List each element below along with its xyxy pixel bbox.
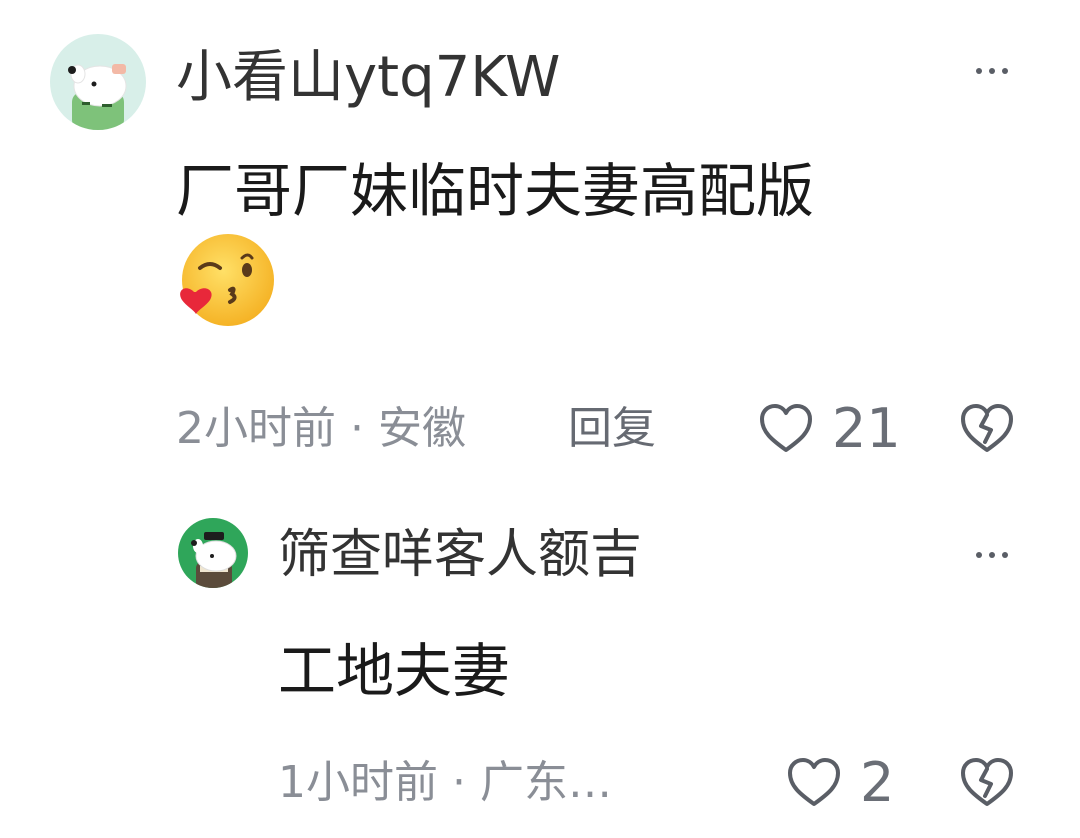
comment-time: 2小时前	[176, 403, 336, 454]
reply-time: 1小时前	[278, 757, 438, 808]
reply-button[interactable]: 回复	[568, 396, 656, 462]
comment-text: 厂哥厂妹临时夫妻高配版	[176, 157, 815, 225]
heart-outline-icon[interactable]	[758, 402, 814, 454]
avatar[interactable]	[50, 34, 146, 130]
meta-separator: ·	[452, 757, 466, 808]
like-count: 21	[832, 397, 901, 460]
reply-avatar[interactable]	[178, 518, 248, 588]
more-dots-icon[interactable]	[976, 552, 1008, 558]
reply-text: 工地夫妻	[278, 637, 511, 705]
heart-outline-icon[interactable]	[786, 756, 842, 808]
reply-meta: 1小时前 · 广东…	[278, 750, 612, 816]
broken-heart-icon[interactable]	[958, 402, 1016, 454]
comment-username[interactable]: 小看山ytq7KW	[176, 38, 560, 118]
more-dots-icon[interactable]	[976, 68, 1008, 74]
comment-meta: 2小时前 · 安徽	[176, 396, 466, 462]
reply-username[interactable]: 筛查咩客人额吉	[278, 518, 642, 592]
reply-location: 广东…	[480, 757, 612, 808]
reply-like-count: 2	[860, 751, 895, 814]
meta-separator: ·	[350, 403, 364, 454]
face-blowing-kiss-emoji	[176, 230, 276, 330]
broken-heart-icon[interactable]	[958, 756, 1016, 808]
comment-location: 安徽	[378, 403, 466, 454]
